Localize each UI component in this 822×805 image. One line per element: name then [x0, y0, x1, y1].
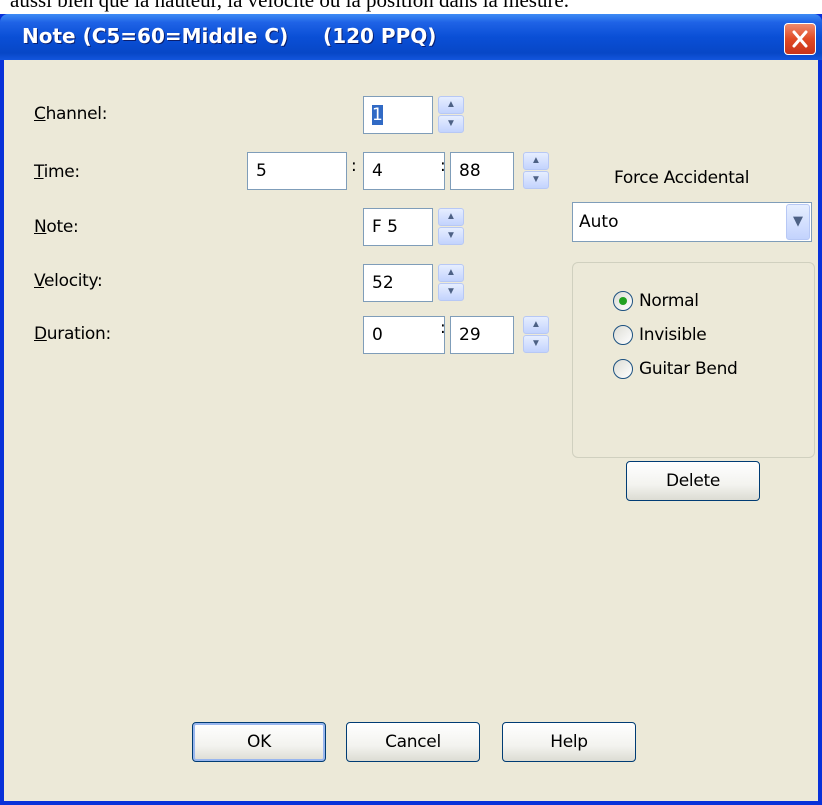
window-title: Note (C5=60=Middle C) (120 PPQ) [22, 24, 437, 48]
close-icon [792, 30, 808, 48]
radio-label: Normal [639, 291, 699, 311]
chevron-down-icon[interactable]: ▼ [786, 204, 810, 240]
time-separator: : [440, 156, 446, 176]
title-bar[interactable]: Note (C5=60=Middle C) (120 PPQ) [0, 14, 822, 60]
arrow-down-icon[interactable]: ▼ [438, 115, 464, 133]
arrow-down-icon[interactable]: ▼ [523, 335, 549, 353]
duration-beats-field[interactable]: 0 [363, 316, 445, 354]
dialog-body: Channel: 1 ▲ ▼ Time: 5 : 4 : 88 ▲ ▼ Forc… [4, 60, 818, 801]
ok-button[interactable]: OK [192, 722, 326, 762]
radio-label: Guitar Bend [639, 359, 738, 379]
force-accidental-label: Force Accidental [614, 168, 750, 188]
help-button[interactable]: Help [502, 722, 636, 762]
arrow-up-icon[interactable]: ▲ [523, 152, 549, 170]
force-accidental-value: Auto [579, 212, 619, 232]
display-options-group: Normal Invisible Guitar Bend [572, 262, 815, 458]
delete-button[interactable]: Delete [626, 461, 760, 501]
note-field[interactable]: F 5 [363, 208, 433, 246]
arrow-down-icon[interactable]: ▼ [438, 283, 464, 301]
close-button[interactable] [784, 23, 816, 55]
force-accidental-select[interactable]: Auto ▼ [572, 202, 812, 242]
time-label: Time: [34, 162, 80, 182]
radio-button[interactable] [613, 325, 633, 345]
page-caption: aussi bien que la hauteur, la vélocité o… [10, 0, 570, 12]
note-spinner[interactable]: ▲ ▼ [438, 208, 464, 246]
velocity-spinner[interactable]: ▲ ▼ [438, 264, 464, 302]
duration-separator: : [440, 318, 446, 338]
duration-ticks-field[interactable]: 29 [450, 316, 514, 354]
radio-button[interactable] [613, 291, 633, 311]
time-bar-field[interactable]: 5 [247, 152, 347, 190]
cancel-button[interactable]: Cancel [346, 722, 480, 762]
arrow-up-icon[interactable]: ▲ [438, 96, 464, 114]
arrow-up-icon[interactable]: ▲ [523, 316, 549, 334]
channel-field[interactable]: 1 [363, 96, 433, 134]
velocity-field[interactable]: 52 [363, 264, 433, 302]
arrow-up-icon[interactable]: ▲ [438, 208, 464, 226]
time-spinner[interactable]: ▲ ▼ [523, 152, 549, 190]
radio-button[interactable] [613, 359, 633, 379]
note-label: Note: [34, 217, 79, 237]
channel-label: Channel: [34, 104, 108, 124]
velocity-label: Velocity: [34, 271, 103, 291]
duration-spinner[interactable]: ▲ ▼ [523, 316, 549, 354]
duration-label: Duration: [34, 324, 111, 344]
note-dialog: Note (C5=60=Middle C) (120 PPQ) Channel:… [0, 14, 822, 805]
channel-spinner[interactable]: ▲ ▼ [438, 96, 464, 134]
radio-selected-dot [619, 297, 627, 305]
time-beat-field[interactable]: 4 [363, 152, 445, 190]
arrow-down-icon[interactable]: ▼ [438, 227, 464, 245]
radio-label: Invisible [639, 325, 707, 345]
arrow-up-icon[interactable]: ▲ [438, 264, 464, 282]
time-tick-field[interactable]: 88 [450, 152, 514, 190]
time-separator: : [351, 156, 357, 176]
arrow-down-icon[interactable]: ▼ [523, 171, 549, 189]
